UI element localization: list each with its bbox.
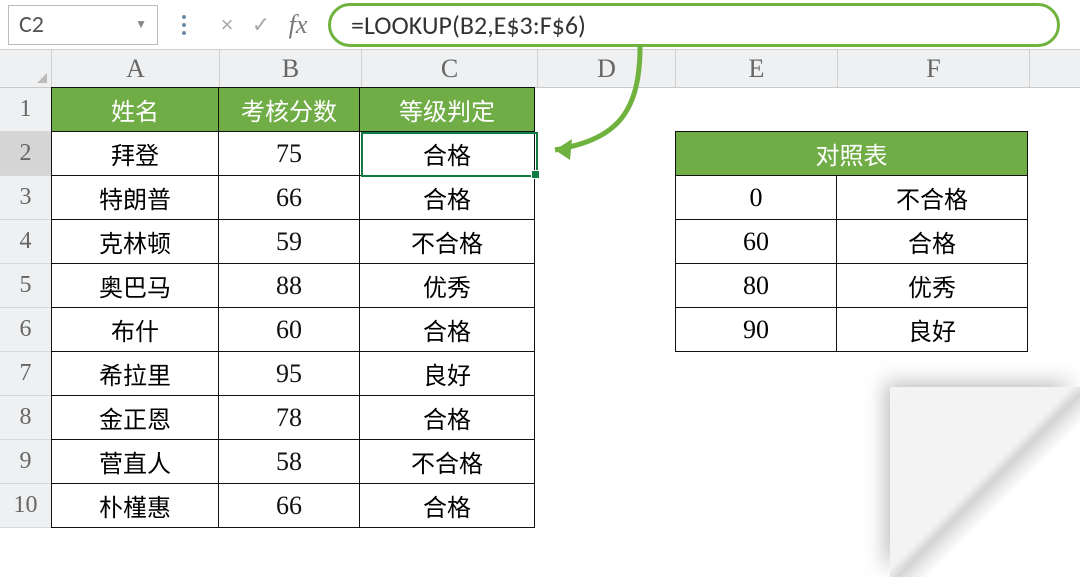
cell-B5[interactable]: 88 (218, 263, 360, 308)
cell-C3[interactable]: 合格 (359, 175, 535, 220)
cell-A10[interactable]: 朴槿惠 (51, 483, 219, 528)
lookup-F3[interactable]: 不合格 (836, 175, 1028, 220)
cell-C4[interactable]: 不合格 (359, 219, 535, 264)
row-header-5[interactable]: 5 (0, 264, 52, 308)
cell-B10[interactable]: 66 (218, 483, 360, 528)
col-header-D[interactable]: D (538, 50, 676, 87)
lookup-E3[interactable]: 0 (675, 175, 837, 220)
cell-C6[interactable]: 合格 (359, 307, 535, 352)
cell-A6[interactable]: 布什 (51, 307, 219, 352)
cell-A8[interactable]: 金正恩 (51, 395, 219, 440)
lookup-E5[interactable]: 80 (675, 263, 837, 308)
lookup-F6[interactable]: 良好 (836, 307, 1028, 352)
enter-icon[interactable]: ✓ (244, 12, 278, 38)
row-header-1[interactable]: 1 (0, 88, 52, 132)
col-header-F[interactable]: F (838, 50, 1030, 87)
formula-input[interactable]: =LOOKUP(B2,E$3:F$6) (328, 3, 1060, 47)
cell-A4[interactable]: 克林顿 (51, 219, 219, 264)
main-header-score[interactable]: 考核分数 (218, 87, 360, 132)
cell-C7[interactable]: 良好 (359, 351, 535, 396)
col-header-C[interactable]: C (362, 50, 538, 87)
expand-icon[interactable] (182, 15, 186, 35)
cell-B9[interactable]: 58 (218, 439, 360, 484)
chevron-down-icon[interactable]: ▼ (135, 17, 147, 32)
column-headers: A B C D E F (0, 50, 1080, 88)
row-header-4[interactable]: 4 (0, 220, 52, 264)
name-box-value: C2 (19, 10, 44, 39)
main-header-name[interactable]: 姓名 (51, 87, 219, 132)
cell-A7[interactable]: 希拉里 (51, 351, 219, 396)
lookup-table: 对照表 0 不合格 60 合格 80 优秀 90 良好 (676, 132, 1028, 352)
row-header-10[interactable]: 10 (0, 484, 52, 528)
row-1: 1 姓名 考核分数 等级判定 (0, 88, 1080, 132)
row-header-3[interactable]: 3 (0, 176, 52, 220)
lookup-E4[interactable]: 60 (675, 219, 837, 264)
cell-B3[interactable]: 66 (218, 175, 360, 220)
lookup-E6[interactable]: 90 (675, 307, 837, 352)
row-header-9[interactable]: 9 (0, 440, 52, 484)
cell-C8[interactable]: 合格 (359, 395, 535, 440)
formula-bar-row: C2 ▼ × ✓ fx =LOOKUP(B2,E$3:F$6) (0, 0, 1080, 50)
lookup-F5[interactable]: 优秀 (836, 263, 1028, 308)
name-box[interactable]: C2 ▼ (8, 5, 158, 45)
col-header-B[interactable]: B (220, 50, 362, 87)
cancel-icon[interactable]: × (210, 12, 244, 38)
row-header-2[interactable]: 2 (0, 132, 52, 176)
cell-A5[interactable]: 奥巴马 (51, 263, 219, 308)
cell-A9[interactable]: 菅直人 (51, 439, 219, 484)
row-header-6[interactable]: 6 (0, 308, 52, 352)
cell-A2[interactable]: 拜登 (51, 131, 219, 176)
cell-B4[interactable]: 59 (218, 219, 360, 264)
main-header-grade[interactable]: 等级判定 (359, 87, 535, 132)
row-header-7[interactable]: 7 (0, 352, 52, 396)
cell-C5[interactable]: 优秀 (359, 263, 535, 308)
col-header-E[interactable]: E (676, 50, 838, 87)
col-header-A[interactable]: A (52, 50, 220, 87)
cell-B8[interactable]: 78 (218, 395, 360, 440)
cell-B7[interactable]: 95 (218, 351, 360, 396)
row-header-8[interactable]: 8 (0, 396, 52, 440)
cell-C9[interactable]: 不合格 (359, 439, 535, 484)
lookup-title[interactable]: 对照表 (675, 131, 1028, 176)
cell-A3[interactable]: 特朗普 (51, 175, 219, 220)
fx-icon[interactable]: fx (278, 10, 318, 40)
formula-text: =LOOKUP(B2,E$3:F$6) (351, 9, 586, 41)
page-curl-decoration (890, 387, 1080, 577)
cell-B2[interactable]: 75 (218, 131, 360, 176)
cell-C10[interactable]: 合格 (359, 483, 535, 528)
lookup-F4[interactable]: 合格 (836, 219, 1028, 264)
cell-B6[interactable]: 60 (218, 307, 360, 352)
cell-C2[interactable]: 合格 (359, 131, 535, 176)
select-all-triangle[interactable] (0, 50, 52, 87)
